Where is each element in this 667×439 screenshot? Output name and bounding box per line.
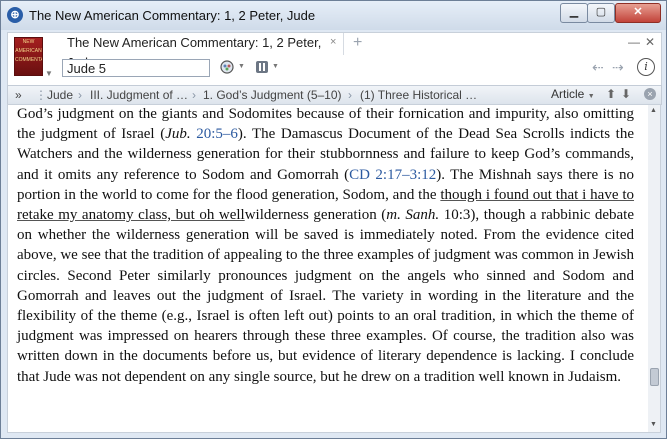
breadcrumb-item-subsection[interactable]: 1. God’s Judgment (5–10) — [203, 88, 342, 102]
minimize-panel-button[interactable]: — — [628, 35, 640, 49]
scrollbar-thumb[interactable] — [650, 368, 659, 386]
scripture-link[interactable]: 20:5–6 — [196, 126, 238, 142]
tab-resource[interactable]: The New American Commentary: 1, 2 Peter,… — [57, 33, 344, 70]
close-window-button[interactable]: ✕ — [615, 3, 661, 23]
close-panel-button[interactable]: ✕ — [645, 35, 655, 49]
cover-text: NEW AMERICAN COMMENTARY — [15, 39, 42, 63]
logos-app-icon: ⊕ — [7, 7, 23, 23]
reference-input[interactable] — [62, 59, 210, 77]
forward-arrow-icon[interactable]: ⇢ — [612, 59, 624, 76]
panel-header: NEW AMERICAN COMMENTARY ▼ The New Americ… — [7, 32, 662, 86]
breadcrumb-item-section[interactable]: III. Judgment of … — [90, 88, 188, 102]
paragraph-text: wilderness generation ( — [244, 207, 387, 224]
app-window: ⊕ The New American Commentary: 1, 2 Pete… — [0, 0, 667, 439]
panel-menu-dropdown-icon[interactable]: ▼ — [272, 63, 279, 70]
article-label: Article — [551, 87, 585, 101]
next-article-icon[interactable]: ⬇ — [621, 87, 631, 101]
visual-filter-icon[interactable] — [219, 60, 237, 79]
info-icon[interactable]: i — [637, 58, 655, 76]
breadcrumb-separator: › — [348, 88, 352, 102]
scroll-up-icon[interactable]: ▲ — [650, 107, 657, 114]
close-breadcrumb-icon[interactable]: × — [644, 88, 656, 100]
scroll-down-icon[interactable]: ▼ — [650, 421, 657, 428]
panel-menu-icon[interactable] — [255, 60, 269, 77]
add-tab-button[interactable]: + — [353, 34, 362, 52]
article-text: God’s judgment on the giants and Sodomit… — [17, 105, 634, 387]
scripture-link[interactable]: CD 2:17–3:12 — [349, 167, 436, 183]
citation-ref: 10:3 — [443, 207, 471, 224]
article-content[interactable]: God’s judgment on the giants and Sodomit… — [7, 104, 650, 433]
breadcrumb-separator: › — [192, 88, 196, 102]
book-cover-icon[interactable]: NEW AMERICAN COMMENTARY — [14, 37, 43, 76]
breadcrumb-separator: › — [78, 88, 82, 102]
paragraph-text: ), though a rabbinic debate on whether t… — [17, 207, 634, 385]
minimize-button[interactable]: ▁ — [560, 3, 588, 23]
breadcrumb: » ⋮ Jude › III. Judgment of … › 1. God’s… — [7, 85, 662, 105]
breadcrumb-separator: ⋮ — [35, 88, 47, 102]
title-bar[interactable]: ⊕ The New American Commentary: 1, 2 Pete… — [1, 1, 666, 30]
visual-filter-dropdown-icon[interactable]: ▼ — [238, 63, 245, 70]
previous-article-icon[interactable]: ⬆ — [606, 87, 616, 101]
citation-title: m. Sanh. — [386, 207, 440, 224]
cover-dropdown-icon[interactable]: ▼ — [45, 69, 53, 78]
citation-title: Jub. — [165, 126, 191, 143]
maximize-button[interactable]: ▢ — [587, 3, 615, 23]
article-dropdown-icon: ▼ — [587, 93, 595, 100]
breadcrumb-item-topic[interactable]: (1) Three Historical … — [360, 88, 477, 102]
window-title: The New American Commentary: 1, 2 Peter,… — [29, 8, 316, 23]
breadcrumb-item-jude[interactable]: Jude — [47, 88, 73, 102]
article-selector[interactable]: Article ▼ — [551, 87, 595, 101]
vertical-scrollbar[interactable]: ▲ ▼ — [648, 104, 661, 433]
tab-close-icon[interactable]: × — [330, 36, 336, 48]
back-arrow-icon[interactable]: ⇠ — [592, 59, 604, 76]
breadcrumb-expand-icon[interactable]: » — [15, 88, 22, 102]
